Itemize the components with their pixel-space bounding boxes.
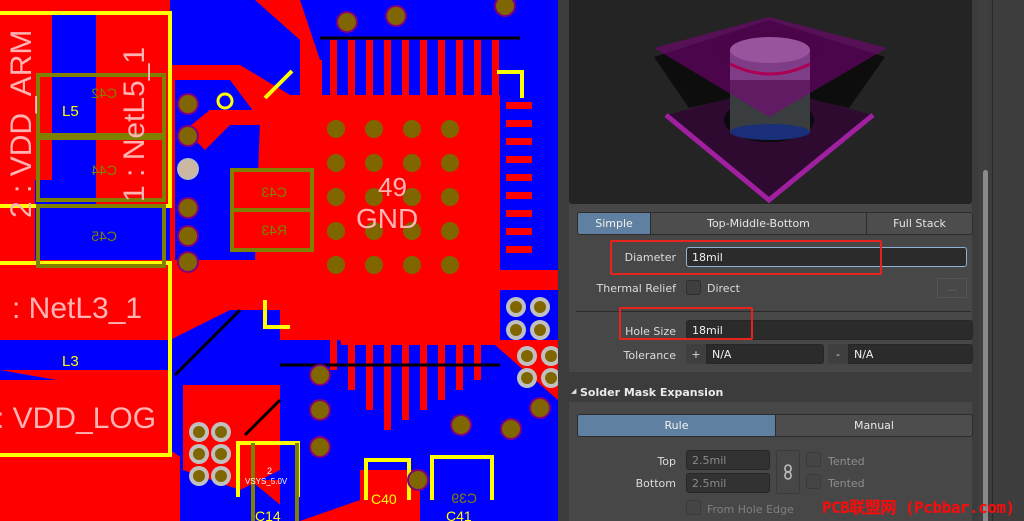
designator-c41: C41 bbox=[446, 508, 472, 521]
watermark-text: PCB联盟网 (Pcbbar.com) bbox=[822, 498, 1015, 517]
tolerance-plus-input[interactable]: N/A bbox=[706, 344, 824, 364]
tolerance-plus-sign: + bbox=[686, 344, 706, 364]
hole-size-highlight-annotation bbox=[619, 307, 753, 340]
via-3d-render bbox=[654, 17, 887, 204]
solder-top-input[interactable]: 2.5mil bbox=[686, 450, 770, 470]
tab-full-stack[interactable]: Full Stack bbox=[867, 213, 972, 234]
from-hole-edge-checkbox[interactable] bbox=[686, 500, 701, 515]
designator-c40: C40 bbox=[371, 491, 397, 507]
tolerance-label: Tolerance bbox=[623, 349, 676, 362]
thermal-relief-label: Thermal Relief bbox=[596, 282, 676, 295]
designator-l5: L5 bbox=[62, 103, 79, 120]
direct-checkbox[interactable] bbox=[686, 280, 701, 295]
designator-c14: C14 bbox=[255, 508, 281, 521]
tented-bottom-checkbox[interactable] bbox=[806, 474, 821, 489]
solder-top-label: Top bbox=[657, 455, 676, 468]
net-label-gnd: GND bbox=[356, 203, 418, 234]
tolerance-minus-sign: - bbox=[828, 344, 848, 364]
pin-number-2: 2 bbox=[267, 466, 272, 476]
pad-3d-preview[interactable] bbox=[569, 0, 972, 204]
solder-mask-section-header[interactable]: Solder Mask Expansion bbox=[580, 386, 723, 399]
solder-bottom-input[interactable]: 2.5mil bbox=[686, 473, 770, 493]
thermal-relief-more-button[interactable]: ... bbox=[937, 278, 967, 298]
panel-right-strip bbox=[993, 0, 1024, 521]
link-values-button[interactable] bbox=[776, 450, 800, 494]
via-barrel-bottom bbox=[730, 124, 810, 140]
solder-mask-mode-tabs: Rule Manual bbox=[577, 414, 973, 437]
pad-stack-mode-tabs: Simple Top-Middle-Bottom Full Stack bbox=[577, 212, 973, 235]
net-label-netl5: 1 : NetL5_1 bbox=[118, 47, 151, 202]
designator-c45: C45 bbox=[91, 228, 117, 244]
designator-r43: R43 bbox=[261, 222, 287, 238]
designator-l3: L3 bbox=[62, 353, 79, 370]
from-hole-edge-label: From Hole Edge bbox=[707, 503, 794, 516]
pad-number-49: 49 bbox=[378, 172, 407, 202]
net-label-vsys: VSYS_5.0V bbox=[245, 477, 288, 486]
net-label-vdd-arm: 2 : VDD_ARM bbox=[5, 30, 38, 218]
designator-c42: C42 bbox=[91, 85, 117, 101]
collapse-triangle-icon[interactable]: ◢ bbox=[571, 387, 576, 395]
properties-panel: Simple Top-Middle-Bottom Full Stack Diam… bbox=[558, 0, 1024, 521]
diameter-highlight-annotation bbox=[610, 240, 882, 275]
tab-simple[interactable]: Simple bbox=[578, 213, 651, 234]
tab-manual[interactable]: Manual bbox=[776, 415, 972, 436]
designator-c44: C44 bbox=[91, 162, 117, 178]
tab-top-middle-bottom[interactable]: Top-Middle-Bottom bbox=[651, 213, 867, 234]
designator-c39: C39 bbox=[451, 490, 477, 506]
panel-scrollbar-thumb[interactable] bbox=[983, 170, 988, 521]
tented-bottom-label: Tented bbox=[828, 477, 865, 490]
chain-link-icon bbox=[784, 464, 792, 480]
designator-c43: C43 bbox=[261, 184, 287, 200]
tented-top-checkbox[interactable] bbox=[806, 452, 821, 467]
solder-bottom-label: Bottom bbox=[635, 477, 676, 490]
tolerance-minus-input[interactable]: N/A bbox=[848, 344, 973, 364]
net-label-vdd-log: : VDD_LOG bbox=[0, 402, 156, 435]
tab-rule[interactable]: Rule bbox=[578, 415, 776, 436]
tented-top-label: Tented bbox=[828, 455, 865, 468]
pcb-canvas[interactable]: 2 : VDD_ARM 1 : NetL5_1 : NetL3_1 : VDD_… bbox=[0, 0, 558, 521]
direct-label: Direct bbox=[707, 282, 740, 295]
pcb-layout[interactable]: 2 : VDD_ARM 1 : NetL5_1 : NetL3_1 : VDD_… bbox=[0, 0, 558, 521]
net-label-netl3: : NetL3_1 bbox=[12, 292, 142, 325]
